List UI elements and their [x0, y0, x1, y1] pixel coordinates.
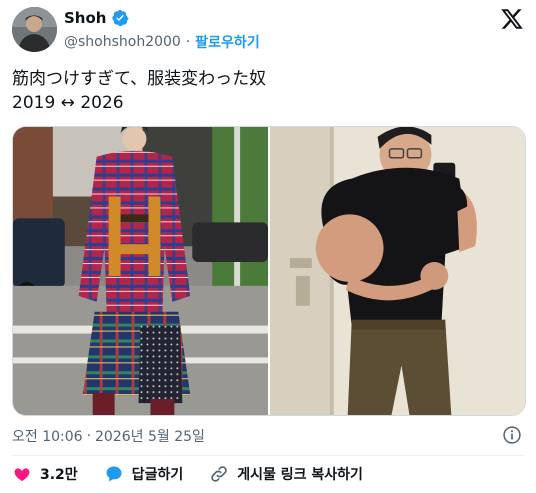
follow-button[interactable]: 팔로우하기	[195, 32, 259, 52]
like-count: 3.2만	[40, 467, 78, 483]
divider	[12, 455, 524, 456]
media-grid	[12, 126, 526, 416]
photo-2026[interactable]	[270, 127, 525, 415]
timestamp[interactable]: 오전 10:06 · 2026년 5월 25일	[12, 426, 205, 446]
photo-2019[interactable]	[13, 127, 268, 415]
x-logo-icon[interactable]	[500, 7, 524, 31]
like-button[interactable]: 3.2만	[12, 464, 78, 484]
link-icon	[211, 466, 227, 482]
author-handle[interactable]: @shohshoh2000	[64, 34, 181, 50]
reply-label: 답글하기	[131, 467, 184, 483]
heart-icon	[14, 468, 30, 482]
copy-link-button[interactable]: 게시물 링크 복사하기	[209, 464, 363, 484]
timestamp-time: 오전 10:06	[12, 429, 83, 445]
info-icon[interactable]	[502, 425, 522, 445]
author-display-name[interactable]: Shoh	[64, 9, 106, 27]
copy-link-label: 게시물 링크 복사하기	[237, 467, 363, 483]
action-bar: 3.2만 답글하기 게시물 링크 복사하기	[12, 464, 389, 484]
timestamp-separator: ·	[86, 428, 92, 444]
avatar[interactable]	[12, 7, 57, 52]
tweet-text-line-1: 筋肉つけすぎて、服装変わった奴	[12, 69, 267, 89]
reply-button[interactable]: 답글하기	[104, 464, 184, 484]
tweet-text-line-2: 2019 ↔︎ 2026	[12, 93, 124, 113]
timestamp-date: 2026년 5월 25일	[95, 429, 205, 445]
verified-badge-icon	[112, 9, 129, 27]
reply-bubble-icon	[106, 466, 122, 482]
handle-separator: ·	[185, 34, 191, 50]
tweet-text: 筋肉つけすぎて、服装変わった奴 2019 ↔︎ 2026	[12, 67, 266, 115]
